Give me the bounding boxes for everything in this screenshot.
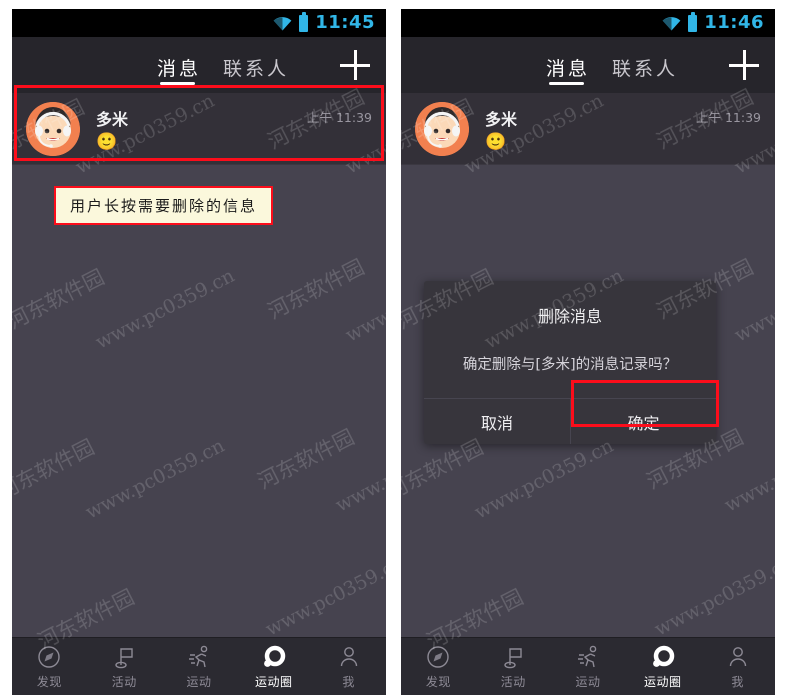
nav-item-me[interactable]: 我 (700, 644, 775, 690)
phone-screen-left: 11:45 消息 联系人 多米 🙂 上午 11:39 河东软件园 www.pc0… (12, 9, 386, 695)
runner-icon (575, 644, 601, 670)
watermark: 河东软件园 (12, 264, 109, 334)
watermark: www.pc0359.cn (92, 264, 239, 354)
compass-icon (36, 644, 62, 670)
nav-item-exercise[interactable]: 运动 (162, 644, 237, 690)
wifi-icon (273, 16, 292, 31)
nav-label: 活动 (111, 674, 137, 689)
battery-icon (299, 11, 309, 32)
circle-dot-icon (261, 644, 287, 670)
nav-item-me[interactable]: 我 (311, 644, 386, 690)
watermark: www.pc0359.cn (721, 427, 775, 517)
tab-messages[interactable]: 消息 (157, 37, 201, 93)
nav-label: 运动 (575, 674, 601, 689)
bottom-nav-right: 发现 活动 运动 运动圈 我 (401, 637, 775, 695)
nav-item-sports-circle[interactable]: 运动圈 (625, 644, 700, 690)
watermark: www.pc0359.cn (471, 434, 618, 524)
tab-bar-left: 消息 联系人 (157, 37, 289, 93)
delete-message-dialog: 删除消息 确定删除与[多米]的消息记录吗？ 取消 确定 (424, 281, 716, 444)
phone-screen-right: 11:46 消息 联系人 多米 🙂 上午 11:39 www.pc0359.cn… (401, 9, 775, 695)
battery-icon (688, 11, 698, 32)
message-list-right: 多米 🙂 上午 11:39 (401, 93, 775, 165)
tab-bar-right: 消息 联系人 (546, 37, 678, 93)
app-header-right: 消息 联系人 (401, 37, 775, 93)
watermark: www.pc0359.cn (731, 257, 775, 347)
status-bar-right: 11:46 (401, 9, 775, 37)
status-clock: 11:45 (315, 12, 375, 33)
bottom-nav-left: 发现 活动 运动 运动圈 我 (12, 637, 386, 695)
message-row[interactable]: 多米 🙂 上午 11:39 (401, 93, 775, 165)
message-timestamp: 上午 11:39 (307, 110, 372, 125)
dialog-actions: 取消 确定 (424, 398, 716, 444)
message-preview: 🙂 (96, 132, 118, 152)
nav-item-exercise[interactable]: 运动 (551, 644, 626, 690)
confirm-button[interactable]: 确定 (570, 399, 716, 444)
watermark: www.pc0359.cn (332, 427, 386, 517)
nav-label: 运动圈 (644, 674, 682, 689)
runner-icon (186, 644, 212, 670)
compass-icon (425, 644, 451, 670)
status-bar-left: 11:45 (12, 9, 386, 37)
nav-item-discover[interactable]: 发现 (401, 644, 476, 690)
watermark: www.pc0359.cn (342, 257, 386, 347)
tutorial-stage: 11:45 消息 联系人 多米 🙂 上午 11:39 河东软件园 www.pc0… (0, 0, 797, 700)
avatar-girl-headset-icon (415, 101, 469, 156)
wifi-icon (662, 16, 681, 31)
nav-label: 运动 (186, 674, 212, 689)
tab-messages[interactable]: 消息 (546, 37, 590, 93)
cancel-button[interactable]: 取消 (424, 399, 570, 444)
watermark: www.pc0359.cn (82, 434, 229, 524)
nav-label: 活动 (500, 674, 526, 689)
watermark: 河东软件园 (12, 434, 99, 504)
nav-label: 我 (731, 674, 744, 689)
app-header-left: 消息 联系人 (12, 37, 386, 93)
message-preview: 🙂 (485, 132, 507, 152)
nav-label: 我 (342, 674, 355, 689)
plus-icon[interactable] (340, 50, 370, 80)
watermark: 河东软件园 (253, 424, 359, 494)
avatar-girl-headset-icon (26, 101, 80, 156)
watermark: www.pc0359.cn (262, 551, 386, 641)
callout-long-press: 用户长按需要删除的信息 (54, 186, 274, 225)
nav-item-sports-circle[interactable]: 运动圈 (236, 644, 311, 690)
person-icon (725, 644, 751, 670)
plus-icon[interactable] (729, 50, 759, 80)
nav-item-discover[interactable]: 发现 (12, 644, 87, 690)
watermark: 河东软件园 (263, 254, 369, 324)
person-icon (336, 644, 362, 670)
dialog-title: 删除消息 (537, 307, 602, 326)
nav-item-activity[interactable]: 活动 (87, 644, 162, 690)
tab-contacts[interactable]: 联系人 (223, 37, 289, 93)
nav-label: 发现 (425, 674, 451, 689)
nav-item-activity[interactable]: 活动 (476, 644, 551, 690)
flag-icon (500, 644, 526, 670)
tab-contacts[interactable]: 联系人 (612, 37, 678, 93)
watermark: www.pc0359.cn (651, 551, 775, 641)
message-row[interactable]: 多米 🙂 上午 11:39 (12, 93, 386, 165)
status-clock: 11:46 (704, 12, 764, 33)
message-list-left: 多米 🙂 上午 11:39 (12, 93, 386, 165)
message-timestamp: 上午 11:39 (696, 110, 761, 125)
dialog-message: 确定删除与[多米]的消息记录吗？ (462, 357, 678, 373)
flag-icon (111, 644, 137, 670)
circle-dot-icon (650, 644, 676, 670)
nav-label: 运动圈 (255, 674, 293, 689)
nav-label: 发现 (36, 674, 62, 689)
